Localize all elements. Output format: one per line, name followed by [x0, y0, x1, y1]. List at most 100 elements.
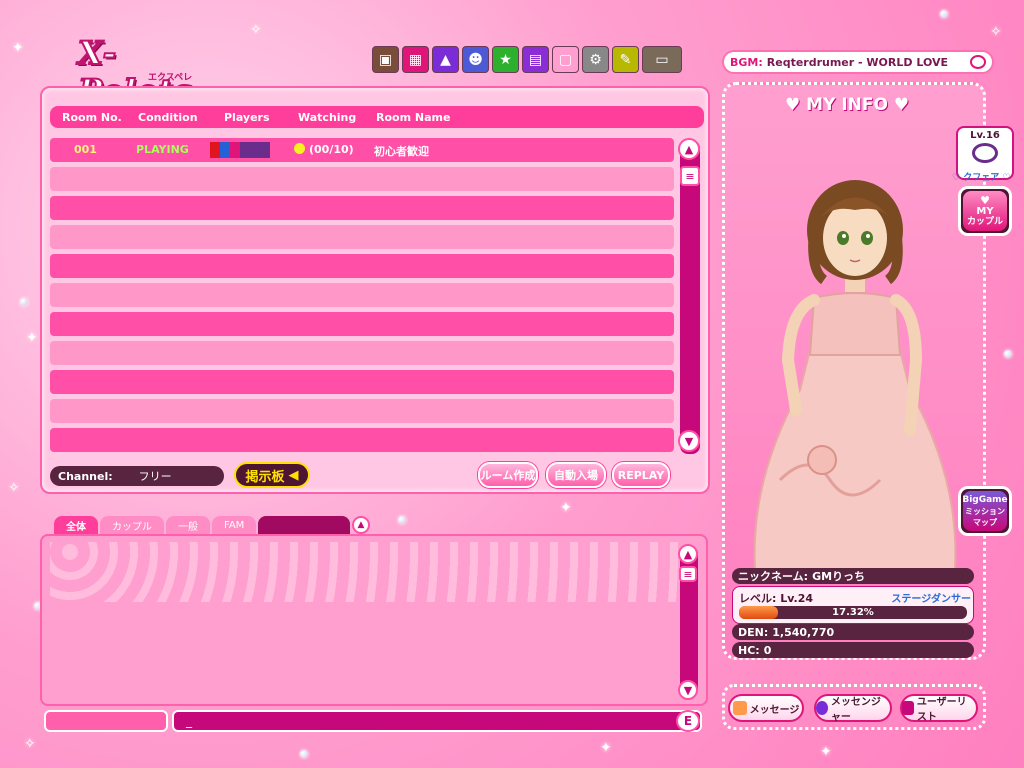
chat-log-panel: ▲ ≡ ▼ — [40, 534, 708, 706]
create-room-button[interactable]: ルーム作成 — [478, 462, 538, 488]
star-icon[interactable]: ★ — [492, 46, 519, 73]
pink-icon[interactable]: ▢ — [552, 46, 579, 73]
top-toolbar: ▣ ▦ ▲ ☻ ★ ▤ ▢ ⚙ ✎ ▭ — [372, 46, 682, 73]
channel-value: フリー — [138, 470, 172, 483]
hc-label: HC: — [738, 643, 760, 657]
auto-join-button[interactable]: 自動入場 — [546, 462, 606, 488]
den-value: 1,540,770 — [772, 625, 835, 639]
messenger-label: メッセンジャー — [830, 697, 881, 723]
chat-scroll-down-icon[interactable]: ▼ — [678, 680, 698, 700]
header-condition: Condition — [138, 110, 198, 124]
chat-target-field[interactable] — [44, 710, 168, 732]
big-game-label: BigGame — [962, 494, 1008, 505]
room-row-empty[interactable] — [50, 370, 674, 394]
channel-label: Channel: — [58, 469, 113, 483]
level-text: レベル: Lv.24 — [739, 590, 813, 606]
room-row-empty[interactable] — [50, 312, 674, 336]
room-condition: PLAYING — [136, 143, 189, 156]
lace-decor — [50, 542, 680, 602]
chat-send-icon[interactable]: E — [676, 710, 700, 732]
purple-box-icon[interactable]: ▣ — [372, 46, 399, 73]
room-row-empty[interactable] — [50, 341, 674, 365]
room-row[interactable]: 001 PLAYING (00/10) 初心者歓迎 — [50, 138, 674, 162]
chat-expand-icon[interactable]: ▲ — [352, 516, 370, 534]
player-icon — [260, 142, 270, 158]
room-players — [210, 142, 270, 158]
ring-icon — [972, 143, 998, 163]
player-icon — [220, 142, 230, 158]
tv-icon[interactable]: ▤ — [522, 46, 549, 73]
note-icon[interactable]: ✎ — [612, 46, 639, 73]
room-row-empty[interactable] — [50, 399, 674, 423]
bbs-button[interactable]: 掲示板 ◀ — [234, 462, 310, 488]
store-icon[interactable]: ▭ — [642, 46, 682, 73]
my-couple-label-2: カップル — [966, 216, 1003, 227]
user-list-button[interactable]: ユーザーリスト — [900, 694, 978, 723]
chat-input[interactable]: _ — [172, 710, 702, 732]
bgm-track: Reqterdrumer - WORLD LOVE — [766, 55, 949, 69]
channel-display: Channel: フリー — [50, 466, 224, 486]
bbs-label: 掲示板 — [245, 469, 285, 485]
messenger-icon — [816, 701, 828, 715]
tab-all[interactable]: 全体 — [54, 516, 98, 534]
room-watching: (00/10) — [294, 143, 354, 156]
messenger-button[interactable]: メッセンジャー — [814, 694, 892, 723]
big-game-mission-button[interactable]: BigGame ミッション マップ — [958, 486, 1012, 536]
big-game-label-3: マップ — [973, 517, 997, 527]
room-row-empty[interactable] — [50, 283, 674, 307]
scroll-thumb[interactable]: ≡ — [680, 166, 700, 186]
tab-couple[interactable]: カップル — [100, 516, 164, 534]
replay-button[interactable]: REPLAY — [612, 462, 670, 488]
bgm-bar: BGM: Reqterdrumer - WORLD LOVE — [722, 50, 994, 74]
header-room-no: Room No. — [62, 110, 122, 124]
avatar-character — [753, 180, 957, 570]
nickname-row: ニックネーム: GMりっち — [732, 568, 974, 584]
chat-scroll-up-icon[interactable]: ▲ — [678, 544, 698, 564]
room-row-empty[interactable] — [50, 225, 674, 249]
gear-icon[interactable]: ⚙ — [582, 46, 609, 73]
bgm-label: BGM: — [730, 55, 763, 69]
den-row: DEN: 1,540,770 — [732, 624, 974, 640]
message-label: メッセージ — [749, 704, 800, 716]
room-row-empty[interactable] — [50, 167, 674, 191]
badge-label-text: クフェア — [963, 173, 1000, 183]
room-row-empty[interactable] — [50, 254, 674, 278]
user-list-label: ユーザーリスト — [916, 697, 967, 723]
chat-tabs: 全体 カップル 一般 FAM — [54, 516, 351, 534]
my-couple-button[interactable]: ♥ MY カップル — [958, 186, 1012, 236]
room-row-empty[interactable] — [50, 428, 674, 452]
heart-icon: ♥ — [980, 193, 990, 207]
header-players: Players — [224, 110, 270, 124]
room-list-header: Room No. Condition Players Watching Room… — [50, 106, 704, 128]
badge-level: Lv.16 — [970, 130, 1000, 141]
smiley-icon — [294, 143, 305, 154]
game-logo: X-Pelets エクスペレ — [77, 28, 228, 111]
xp-percent: 17.32% — [832, 607, 874, 618]
speaker-icon: ◀ — [288, 467, 299, 483]
nickname-label: ニックネーム: — [738, 570, 809, 583]
tab-blank[interactable] — [258, 516, 351, 534]
bgm-toggle-icon[interactable] — [970, 55, 986, 69]
tab-fam[interactable]: FAM — [212, 516, 257, 534]
my-info-title-text: MY INFO — [806, 95, 888, 115]
list-icon — [902, 701, 914, 715]
face-icon[interactable]: ☻ — [462, 46, 489, 73]
header-room-name: Room Name — [376, 110, 451, 124]
level-row: レベル: Lv.24 ステージダンサー 17.32% — [732, 586, 974, 624]
scroll-up-icon[interactable]: ▲ — [678, 138, 700, 160]
scroll-down-icon[interactable]: ▼ — [678, 430, 700, 452]
player-icon — [240, 142, 250, 158]
room-row-empty[interactable] — [50, 196, 674, 220]
shirt-icon[interactable]: ▲ — [432, 46, 459, 73]
xp-bar: 17.32% — [739, 606, 967, 619]
room-list-panel: Room No. Condition Players Watching Room… — [40, 86, 710, 494]
message-button[interactable]: メッセージ — [728, 694, 804, 722]
gift-icon[interactable]: ▦ — [402, 46, 429, 73]
tab-general[interactable]: 一般 — [166, 516, 210, 534]
player-icon — [210, 142, 220, 158]
room-scrollbar-track[interactable] — [680, 140, 700, 454]
room-rows: 001 PLAYING (00/10) 初心者歓迎 — [50, 138, 674, 457]
player-icon — [230, 142, 240, 158]
chat-scroll-thumb[interactable]: ≡ — [679, 566, 697, 582]
room-name: 初心者歓迎 — [374, 145, 429, 158]
